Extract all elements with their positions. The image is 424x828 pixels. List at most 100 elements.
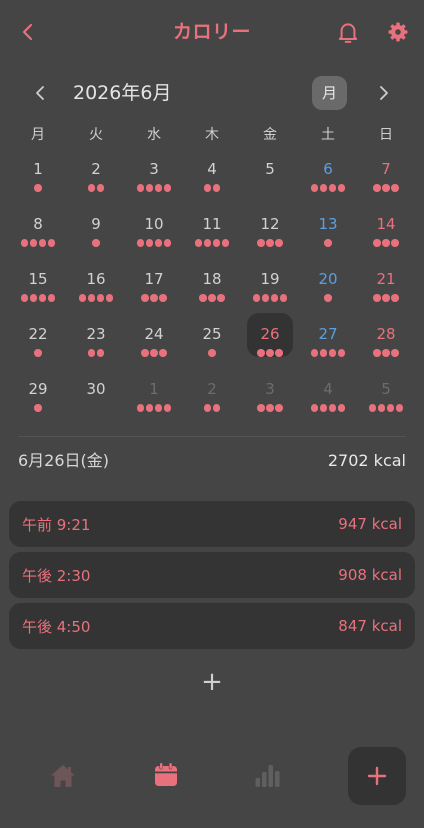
meal-count-dots <box>357 404 415 412</box>
calendar-day-cell[interactable]: 7 <box>357 150 415 205</box>
day-number: 5 <box>265 160 275 178</box>
meal-dot <box>382 184 390 192</box>
calendar-day-cell[interactable]: 25 <box>183 315 241 370</box>
settings-button[interactable] <box>386 20 410 44</box>
calendar-day-cell[interactable]: 23 <box>67 315 125 370</box>
day-number: 14 <box>376 215 396 233</box>
meal-dot <box>159 294 167 302</box>
day-number: 21 <box>376 270 396 288</box>
calendar-day-cell[interactable]: 21 <box>357 260 415 315</box>
meal-entry[interactable]: 午前 9:21 947 kcal <box>9 501 415 547</box>
calendar-day-cell[interactable]: 1 <box>125 370 183 425</box>
weekday-header: 月 火 水 木 金 土 日 <box>9 124 415 146</box>
meal-dot <box>368 404 377 412</box>
meal-count-dots <box>125 404 183 412</box>
day-number: 29 <box>28 380 48 398</box>
meal-dot <box>391 294 399 302</box>
meal-count-dots <box>241 294 299 302</box>
calendar-day-cell[interactable]: 9 <box>67 205 125 260</box>
day-number: 1 <box>149 380 159 398</box>
meal-dot <box>163 184 172 192</box>
day-number: 20 <box>318 270 338 288</box>
meal-count-dots <box>357 349 415 357</box>
calendar-grid: 1 2 3 4 5 6 7 8 9 10 11 12 13 14 15 16 17 18 19 20 21 22 23 24 2… <box>9 150 415 425</box>
gear-icon <box>388 22 408 42</box>
calendar-day-cell[interactable]: 2 <box>67 150 125 205</box>
meal-dot <box>29 294 38 302</box>
daily-total-kcal: 2702 kcal <box>327 451 406 470</box>
calendar-day-cell[interactable]: 5 <box>357 370 415 425</box>
calendar-day-cell[interactable]: 12 <box>241 205 299 260</box>
calendar-day-cell[interactable]: 29 <box>9 370 67 425</box>
calendar-day-cell[interactable]: 1 <box>9 150 67 205</box>
calendar-day-cell[interactable]: 2 <box>183 370 241 425</box>
meal-dot <box>96 294 105 302</box>
calendar-day-cell[interactable]: 11 <box>183 205 241 260</box>
meal-dot <box>319 404 328 412</box>
previous-month-button[interactable] <box>30 82 50 104</box>
meal-count-dots <box>125 239 183 247</box>
meal-dot <box>386 404 395 412</box>
meal-dot <box>145 404 154 412</box>
meal-dot <box>159 349 167 357</box>
meal-dot <box>391 349 399 357</box>
meal-dot <box>328 349 337 357</box>
meal-dot <box>324 294 332 302</box>
calendar-day-cell[interactable]: 18 <box>183 260 241 315</box>
meal-dot <box>145 184 154 192</box>
bell-icon <box>338 23 358 43</box>
calendar-day-cell[interactable]: 20 <box>299 260 357 315</box>
calendar-day-cell[interactable]: 22 <box>9 315 67 370</box>
nav-home[interactable] <box>48 761 78 791</box>
calendar-day-cell[interactable]: 4 <box>183 150 241 205</box>
day-number: 2 <box>91 160 101 178</box>
meal-dot <box>47 239 56 247</box>
meal-entry[interactable]: 午後 4:50 847 kcal <box>9 603 415 649</box>
meal-dot <box>221 239 230 247</box>
meal-entry[interactable]: 午後 2:30 908 kcal <box>9 552 415 598</box>
notification-button[interactable] <box>334 18 362 46</box>
calendar-day-cell-selected[interactable]: 26 <box>241 313 299 370</box>
calendar-day-cell[interactable]: 17 <box>125 260 183 315</box>
day-number: 17 <box>144 270 164 288</box>
calendar-day-cell[interactable]: 28 <box>357 315 415 370</box>
calendar-day-cell[interactable]: 5 <box>241 150 299 205</box>
calendar-day-cell[interactable]: 3 <box>241 370 299 425</box>
calendar-day-cell[interactable]: 14 <box>357 205 415 260</box>
nav-statistics[interactable] <box>252 761 282 791</box>
meal-count-dots <box>183 184 241 192</box>
meal-dot <box>136 184 145 192</box>
calendar-day-cell[interactable]: 19 <box>241 260 299 315</box>
calendar-day-cell[interactable]: 24 <box>125 315 183 370</box>
weekday-label: 木 <box>205 127 219 143</box>
meal-dot <box>212 239 221 247</box>
meal-dot <box>275 404 283 412</box>
meal-count-dots <box>299 294 357 302</box>
nav-calendar[interactable] <box>151 760 181 790</box>
calendar-day-cell[interactable]: 30 <box>67 370 125 425</box>
month-view-toggle[interactable]: 月 <box>312 76 347 110</box>
calendar-day-cell[interactable]: 13 <box>299 205 357 260</box>
meal-dot <box>141 294 149 302</box>
add-entry-button[interactable]: + <box>192 666 232 698</box>
add-meal-button[interactable] <box>348 747 406 805</box>
calendar-day-cell[interactable]: 3 <box>125 150 183 205</box>
plus-icon <box>367 766 387 786</box>
weekday-label: 土 <box>321 127 335 143</box>
calendar-day-cell[interactable]: 4 <box>299 370 357 425</box>
calendar-day-cell[interactable]: 16 <box>67 260 125 315</box>
meal-count-dots <box>67 239 125 247</box>
calendar-day-cell[interactable]: 10 <box>125 205 183 260</box>
calendar-day-cell[interactable]: 6 <box>299 150 357 205</box>
meal-count-dots <box>183 294 241 302</box>
meal-count-dots <box>9 349 67 357</box>
calendar-day-cell[interactable]: 8 <box>9 205 67 260</box>
meal-count-dots <box>241 239 299 247</box>
next-month-button[interactable] <box>374 82 394 104</box>
calendar-day-cell[interactable]: 27 <box>299 315 357 370</box>
entry-time: 午後 4:50 <box>22 617 91 636</box>
day-number: 3 <box>265 380 275 398</box>
meal-entry-list: 午前 9:21 947 kcal 午後 2:30 908 kcal 午後 4:5… <box>9 501 415 654</box>
day-number: 16 <box>86 270 106 288</box>
calendar-day-cell[interactable]: 15 <box>9 260 67 315</box>
